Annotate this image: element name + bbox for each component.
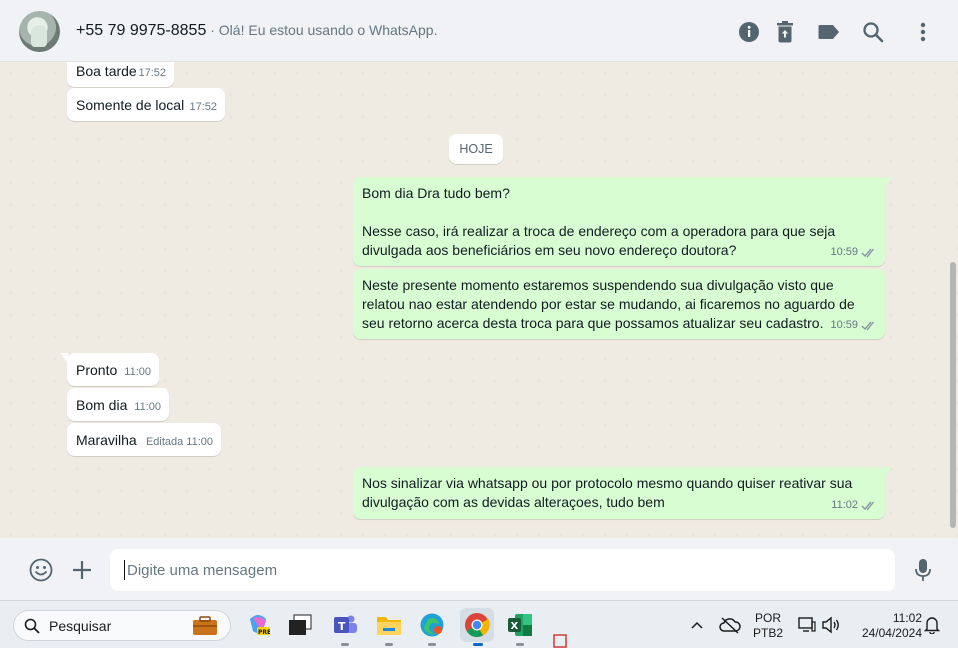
input-language[interactable]: POR PTB2 xyxy=(752,611,784,641)
message-incoming[interactable]: Somente de local 17:52 xyxy=(67,88,225,121)
chevron-up-icon[interactable] xyxy=(688,612,706,638)
edge-icon[interactable] xyxy=(419,612,445,646)
compose-bar: Digite uma mensagem xyxy=(0,538,958,600)
excel-icon[interactable]: X xyxy=(507,612,533,646)
taskbar-search-label: Pesquisar xyxy=(49,617,112,634)
app-running-indicator xyxy=(428,643,436,646)
info-icon[interactable] xyxy=(737,20,761,44)
briefcase-icon xyxy=(193,616,217,635)
double-check-icon xyxy=(861,501,875,511)
language-code: POR xyxy=(754,611,781,625)
message-text: Boa tarde xyxy=(76,63,137,79)
cloud-offline-icon[interactable] xyxy=(717,612,743,638)
message-time: 11:02 xyxy=(831,499,858,511)
app-active-indicator xyxy=(473,643,483,646)
chrome-icon[interactable] xyxy=(460,608,494,646)
message-outgoing[interactable]: Nos sinalizar via whatsapp ou por protoc… xyxy=(353,467,892,519)
emoji-icon[interactable] xyxy=(28,557,54,583)
message-time: 11:00 xyxy=(134,401,161,413)
message-text: Pronto xyxy=(76,362,118,378)
message-text-line: divulgação com as devidas alteraçoes, tu… xyxy=(362,494,665,510)
copilot-icon[interactable]: PRE xyxy=(245,612,271,638)
network-icon[interactable] xyxy=(794,612,820,638)
message-incoming[interactable]: Maravilha Editada 11:00 xyxy=(67,423,221,456)
search-icon xyxy=(24,618,40,634)
message-input[interactable]: Digite uma mensagem xyxy=(110,549,895,591)
snipping-tool-icon[interactable] xyxy=(553,634,567,648)
message-time: 17:52 xyxy=(189,101,217,113)
chat-header: +55 79 9975-8855 · Olá! Eu estou usando … xyxy=(0,0,958,62)
chat-area[interactable]: Boa tarde 17:52 Somente de local 17:52 H… xyxy=(0,62,958,538)
message-time: 17:52 xyxy=(138,67,166,79)
message-time: 10:59 xyxy=(830,246,858,258)
os-taskbar: Pesquisar PRE T X POR PTB2 11:02 24/04/2… xyxy=(0,600,958,648)
notification-bell-icon[interactable] xyxy=(922,612,942,638)
message-time: 11:00 xyxy=(186,436,213,448)
taskbar-search[interactable]: Pesquisar xyxy=(13,610,231,641)
trash-icon[interactable] xyxy=(773,20,797,44)
message-text: Bom dia xyxy=(76,397,128,413)
contact-avatar[interactable] xyxy=(19,11,60,52)
file-explorer-icon[interactable] xyxy=(376,612,402,646)
search-icon[interactable] xyxy=(861,20,885,44)
message-text-line: Neste presente momento estaremos suspend… xyxy=(362,277,834,293)
date-separator: HOJE xyxy=(449,134,503,164)
message-text-line: relatou nao estar atendendo por estar se… xyxy=(362,296,855,312)
edited-label: Editada xyxy=(145,436,184,448)
message-incoming[interactable]: Pronto 11:00 xyxy=(60,353,159,386)
app-running-indicator xyxy=(516,643,524,646)
volume-icon[interactable] xyxy=(818,612,844,638)
svg-text:T: T xyxy=(338,620,346,633)
message-text: Somente de local xyxy=(76,97,185,113)
task-view-icon[interactable] xyxy=(287,612,313,638)
message-outgoing[interactable]: Neste presente momento estaremos suspend… xyxy=(353,269,885,339)
message-time: 10:59 xyxy=(830,319,858,331)
message-incoming[interactable]: Bom dia 11:00 xyxy=(67,388,169,421)
microphone-icon[interactable] xyxy=(910,557,936,583)
message-time: 11:00 xyxy=(124,366,151,378)
message-outgoing[interactable]: Bom dia Dra tudo bem? Nesse caso, irá re… xyxy=(353,177,892,266)
message-text-line: seu retorno acerca desta troca para que … xyxy=(362,315,824,331)
attach-plus-icon[interactable] xyxy=(69,557,95,583)
contact-status: · Olá! Eu estou usando o WhatsApp. xyxy=(206,22,438,38)
text-caret xyxy=(124,560,125,580)
clock-date: 24/04/2024 xyxy=(861,626,922,640)
svg-text:X: X xyxy=(511,621,519,632)
double-check-icon xyxy=(861,248,875,258)
svg-text:PRE: PRE xyxy=(258,629,270,636)
double-check-icon xyxy=(861,321,875,331)
message-text-line: Bom dia Dra tudo bem? xyxy=(362,185,510,201)
teams-icon[interactable]: T xyxy=(332,612,358,646)
clock-time: 11:02 xyxy=(892,611,922,625)
message-input-placeholder: Digite uma mensagem xyxy=(127,561,278,579)
label-icon[interactable] xyxy=(817,20,841,44)
keyboard-layout: PTB2 xyxy=(752,626,783,640)
message-text-line: Nesse caso, irá realizar a troca de ende… xyxy=(362,223,836,239)
clock[interactable]: 11:02 24/04/2024 xyxy=(848,611,922,641)
contact-info[interactable]: +55 79 9975-8855 · Olá! Eu estou usando … xyxy=(76,22,437,40)
app-running-indicator xyxy=(385,643,393,646)
menu-icon[interactable] xyxy=(911,20,935,44)
chat-scrollbar[interactable] xyxy=(950,262,956,528)
message-text: Maravilha xyxy=(76,432,137,448)
message-text-line: divulgada aos beneficiários em seu novo … xyxy=(362,242,737,258)
message-text-line: Nos sinalizar via whatsapp ou por protoc… xyxy=(362,475,853,491)
contact-name: +55 79 9975-8855 xyxy=(76,22,207,39)
app-running-indicator xyxy=(341,643,349,646)
message-incoming[interactable]: Boa tarde 17:52 xyxy=(67,62,174,87)
